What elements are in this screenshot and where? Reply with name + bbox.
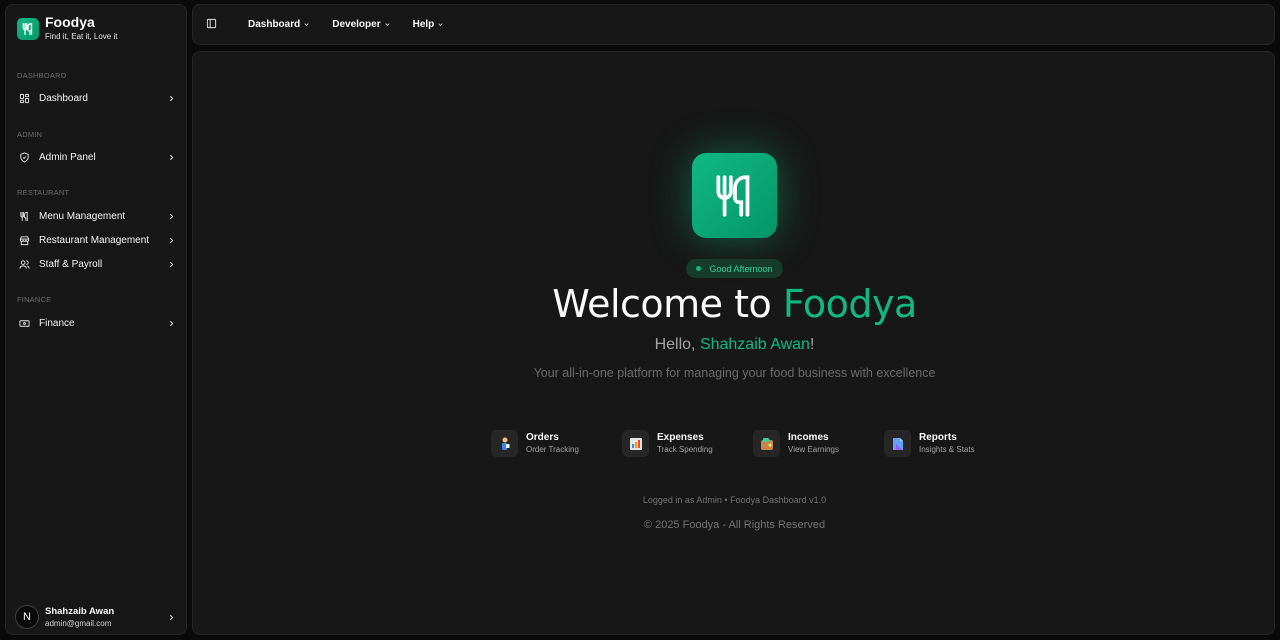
menu-help[interactable]: Help xyxy=(409,13,449,37)
utensils-icon xyxy=(17,209,31,223)
brand[interactable]: Foodya Find it, Eat it, Love it xyxy=(17,15,117,42)
shield-check-icon xyxy=(17,150,31,164)
chevron-down-icon xyxy=(303,21,310,28)
chevron-right-icon xyxy=(166,211,176,221)
subtitle: Your all-in-one platform for managing yo… xyxy=(533,366,936,380)
menu-label: Developer xyxy=(332,19,381,30)
group-label-admin: ADMIN xyxy=(17,130,43,139)
feature-expenses[interactable]: Expenses Track Spending xyxy=(622,430,753,457)
feature-subtitle: Track Spending xyxy=(657,444,713,454)
group-label-finance: FINANCE xyxy=(17,295,52,304)
feature-orders[interactable]: Orders Order Tracking xyxy=(491,430,622,457)
chevron-right-icon xyxy=(166,318,176,328)
chevron-right-icon xyxy=(166,152,176,162)
chevron-down-icon xyxy=(437,21,444,28)
chevron-right-icon xyxy=(166,235,176,245)
menu-label: Help xyxy=(412,19,435,30)
sidebar-toggle-button[interactable] xyxy=(202,16,220,34)
sidebar-item-label: Menu Management xyxy=(39,210,126,222)
app-root: Foodya Find it, Eat it, Love it DASHBOAR… xyxy=(0,0,1280,640)
feature-list: Orders Order Tracking Expenses Track Spe… xyxy=(491,430,1015,457)
utensils-logo-icon xyxy=(17,17,39,40)
menu-developer[interactable]: Developer xyxy=(328,13,394,37)
hello-name: Shahzaib Awan xyxy=(699,336,810,353)
users-icon xyxy=(17,257,31,271)
sidebar-item-finance[interactable]: Finance xyxy=(12,313,182,333)
sidebar-item-admin-panel[interactable]: Admin Panel xyxy=(12,147,182,167)
user-email: admin@gmail.com xyxy=(45,618,112,628)
feature-title: Reports xyxy=(919,431,957,443)
sidebar-item-restaurant-management[interactable]: Restaurant Management xyxy=(12,230,182,250)
expenses-icon xyxy=(622,430,649,457)
sidebar-item-label: Admin Panel xyxy=(39,151,96,163)
feature-subtitle: Insights & Stats xyxy=(919,444,975,454)
sidebar-item-label: Staff & Payroll xyxy=(39,258,103,270)
greeting-text: Good Afternoon xyxy=(709,263,773,274)
sidebar-item-label: Restaurant Management xyxy=(39,234,150,246)
sidebar-item-label: Finance xyxy=(39,317,75,329)
feature-reports[interactable]: Reports Insights & Stats xyxy=(884,430,1015,457)
chevron-down-icon xyxy=(384,21,391,28)
panel-left-icon xyxy=(206,16,217,34)
page-title: Welcome to Foodya xyxy=(193,282,1276,326)
sidebar: Foodya Find it, Eat it, Love it DASHBOAR… xyxy=(5,4,187,635)
sidebar-item-staff-payroll[interactable]: Staff & Payroll xyxy=(12,254,182,274)
brand-tagline: Find it, Eat it, Love it xyxy=(45,32,118,41)
banknote-icon xyxy=(17,316,31,330)
welcome-brand: Foodya xyxy=(782,282,917,326)
status-dot-icon xyxy=(696,266,702,271)
feature-incomes[interactable]: Incomes View Earnings xyxy=(753,430,884,457)
hello-prefix: Hello, xyxy=(654,336,700,353)
feature-subtitle: Order Tracking xyxy=(526,444,579,454)
feature-title: Incomes xyxy=(788,431,829,443)
session-info: Logged in as Admin • Foodya Dashboard v1… xyxy=(642,495,827,505)
hello-suffix: ! xyxy=(809,336,815,353)
welcome-prefix: Welcome to xyxy=(552,282,783,326)
user-name: Shahzaib Awan xyxy=(45,605,115,617)
sidebar-item-menu-management[interactable]: Menu Management xyxy=(12,206,182,226)
chevron-right-icon xyxy=(166,93,176,103)
store-icon xyxy=(17,233,31,247)
orders-icon xyxy=(491,430,518,457)
chevron-right-icon xyxy=(166,612,176,622)
reports-icon xyxy=(884,430,911,457)
user-menu[interactable]: N Shahzaib Awan admin@gmail.com xyxy=(12,599,182,635)
topbar: Dashboard Developer Help xyxy=(192,4,1275,45)
incomes-icon xyxy=(753,430,780,457)
brand-name: Foodya xyxy=(45,14,95,30)
menu-dashboard[interactable]: Dashboard xyxy=(244,13,314,37)
feature-title: Expenses xyxy=(657,431,704,443)
greeting-badge: Good Afternoon xyxy=(686,259,783,278)
grid-icon xyxy=(17,91,31,105)
group-label-dashboard: DASHBOARD xyxy=(17,71,67,80)
group-label-restaurant: RESTAURANT xyxy=(17,188,70,197)
utensils-hero-icon xyxy=(692,153,777,238)
sidebar-item-label: Dashboard xyxy=(39,92,88,104)
main-content: Good Afternoon Welcome to Foodya Hello, … xyxy=(192,51,1275,635)
feature-title: Orders xyxy=(526,431,559,443)
menu-label: Dashboard xyxy=(248,19,301,30)
avatar: N xyxy=(15,605,39,629)
chevron-right-icon xyxy=(166,259,176,269)
hello-line: Hello, Shahzaib Awan! xyxy=(193,336,1276,354)
feature-subtitle: View Earnings xyxy=(788,444,839,454)
sidebar-item-dashboard[interactable]: Dashboard xyxy=(12,88,182,108)
copyright: © 2025 Foodya - All Rights Reserved xyxy=(643,519,826,531)
